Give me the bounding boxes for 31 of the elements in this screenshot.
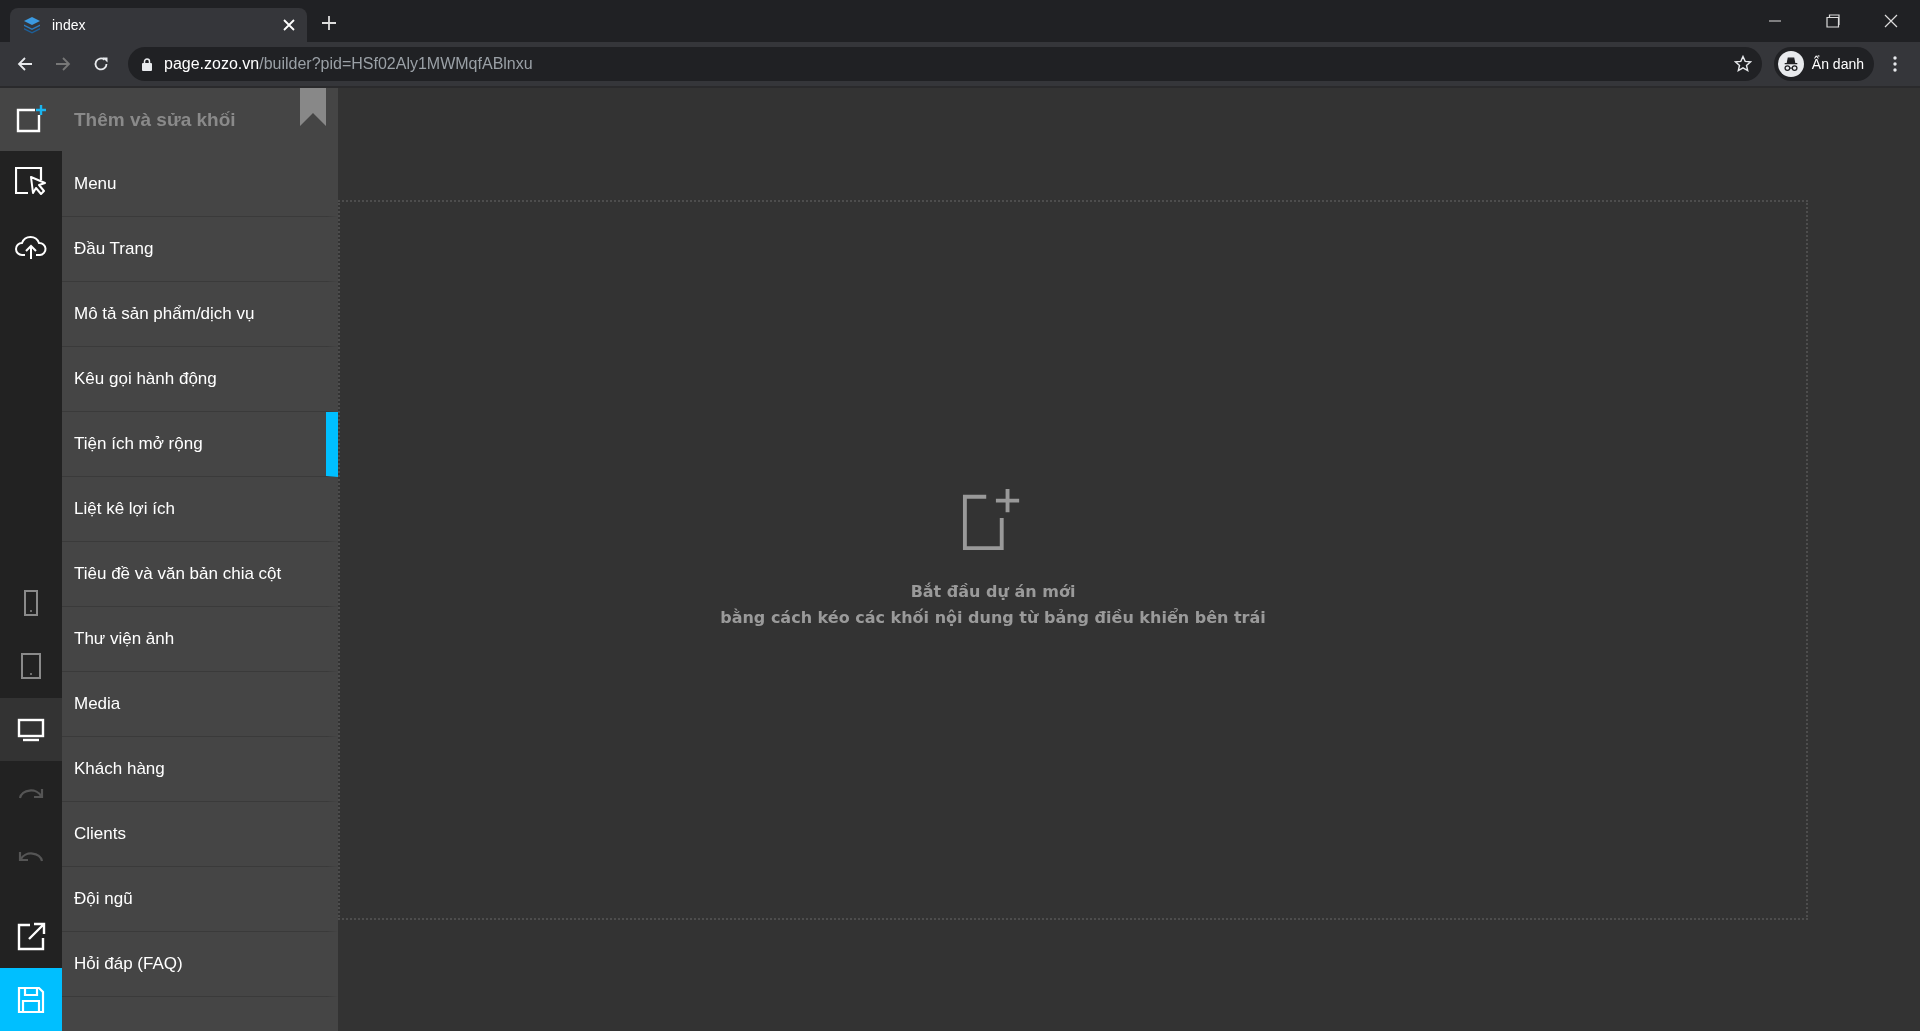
add-block-button[interactable] — [0, 88, 62, 151]
block-category-item[interactable]: Tiện ích mở rộng — [62, 412, 338, 477]
arrow-right-icon — [55, 56, 71, 72]
undo-icon — [18, 849, 44, 862]
desktop-view-button[interactable] — [0, 698, 62, 761]
drop-zone[interactable]: Bắt đầu dự án mới bằng cách kéo các khối nội dung từ bảng điều khiển bên trái — [338, 200, 1808, 920]
lock-icon — [142, 57, 152, 71]
empty-hint: bằng cách kéo các khối nội dung từ bảng điều khiển bên trái — [720, 607, 1266, 629]
address-bar[interactable]: page.zozo.vn/builder?pid=HSf02Aly1MWMqfABlnxu — [128, 47, 1762, 81]
external-link-icon — [15, 920, 47, 953]
panel-title: Thêm và sửa khối — [74, 109, 236, 131]
minimize-icon — [1769, 20, 1781, 22]
plus-icon — [321, 15, 337, 31]
redo-icon — [18, 786, 44, 799]
incognito-icon — [1781, 56, 1800, 72]
layers-icon — [22, 15, 42, 35]
empty-title: Bắt đầu dự án mới — [910, 581, 1076, 603]
bookmark-icon — [300, 88, 326, 126]
kebab-menu-icon — [1893, 56, 1897, 72]
arrow-left-icon — [17, 56, 33, 72]
browser-tab[interactable]: index — [10, 8, 307, 42]
close-tab-button[interactable] — [283, 19, 295, 31]
close-icon — [1884, 14, 1898, 28]
new-tab-button[interactable] — [321, 15, 337, 31]
star-icon — [1733, 55, 1752, 73]
tab-title: index — [52, 17, 87, 33]
close-icon — [283, 19, 295, 31]
url-text: page.zozo.vn/builder?pid=HSf02Aly1MWMqfABlnxu — [164, 55, 534, 73]
profile-button[interactable]: Ẩn danh — [1773, 47, 1874, 81]
restore-icon — [1826, 14, 1840, 28]
reload-icon — [93, 56, 109, 72]
